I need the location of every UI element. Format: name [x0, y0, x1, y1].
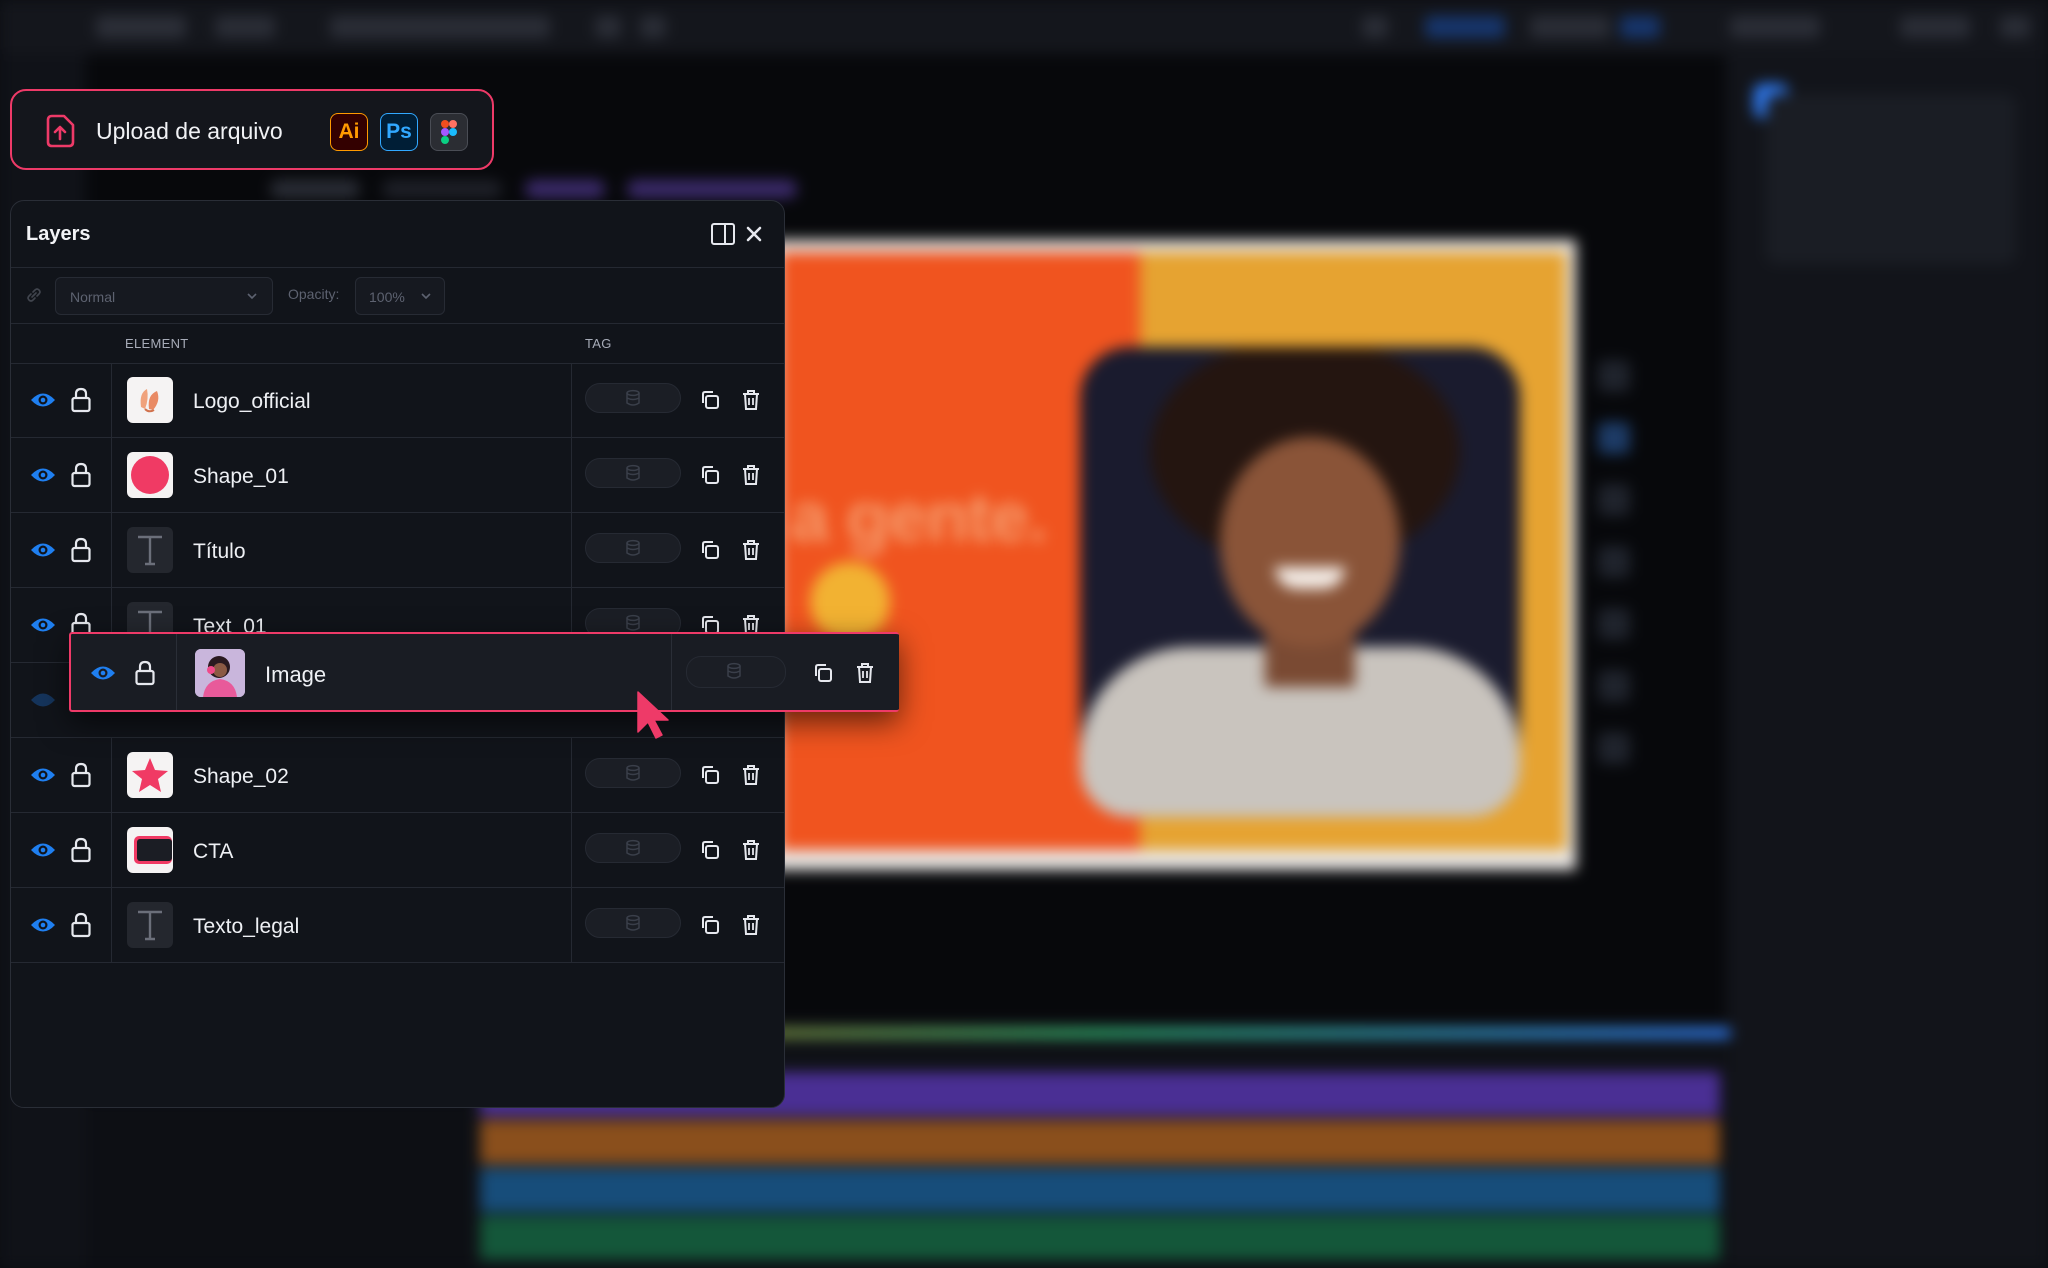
duplicate-icon[interactable] [699, 839, 721, 861]
trash-icon[interactable] [741, 763, 761, 787]
column-headers: ELEMENT TAG [11, 323, 784, 364]
trash-icon[interactable] [741, 913, 761, 937]
panel-title: Layers [26, 223, 91, 245]
photoshop-icon: Ps [380, 113, 418, 151]
duplicate-icon[interactable] [699, 914, 721, 936]
column-tag: TAG [585, 336, 612, 351]
canvas-tools [1598, 360, 1632, 780]
eye-icon[interactable] [89, 662, 117, 684]
layer-row[interactable]: Título [11, 513, 784, 588]
artboard: a gente. [770, 240, 1576, 870]
layer-name: Texto_legal [193, 915, 300, 938]
circle-thumbnail [127, 452, 173, 498]
lock-icon[interactable] [69, 387, 93, 413]
eye-icon [31, 693, 55, 707]
timeline-labels [86, 1100, 470, 1268]
lock-icon[interactable] [69, 912, 93, 938]
duplicate-icon[interactable] [699, 539, 721, 561]
eye-icon[interactable] [29, 764, 57, 786]
lock-icon[interactable] [69, 762, 93, 788]
layer-name: Título [193, 540, 246, 563]
tag-field[interactable] [585, 758, 681, 788]
figma-icon [430, 113, 468, 151]
eye-icon[interactable] [29, 539, 57, 561]
layer-row[interactable]: Logo_official [11, 363, 784, 438]
close-icon[interactable] [739, 219, 769, 249]
database-icon [626, 914, 640, 931]
image-thumbnail [195, 649, 245, 697]
trash-icon[interactable] [855, 661, 875, 685]
duplicate-icon[interactable] [699, 389, 721, 411]
database-icon [626, 614, 640, 631]
eye-icon[interactable] [29, 389, 57, 411]
database-icon [626, 389, 640, 406]
layer-row[interactable]: Shape_02 [11, 738, 784, 813]
headline-text: a gente. [790, 478, 1048, 556]
eye-icon[interactable] [29, 614, 57, 636]
lock-icon[interactable] [69, 837, 93, 863]
eye-icon[interactable] [29, 464, 57, 486]
tag-field[interactable] [585, 833, 681, 863]
layer-name: Shape_01 [193, 465, 289, 488]
upload-file-button[interactable]: Upload de arquivo Ai Ps [10, 89, 494, 170]
properties-panel [1726, 54, 2048, 1268]
lock-icon[interactable] [133, 660, 157, 686]
duplicate-icon[interactable] [699, 764, 721, 786]
layer-name: Shape_02 [193, 765, 289, 788]
eye-icon[interactable] [29, 914, 57, 936]
layer-row[interactable]: Shape_01 [11, 438, 784, 513]
photo [1080, 347, 1520, 817]
upload-label: Upload de arquivo [96, 118, 283, 144]
chevron-down-icon [421, 293, 431, 300]
database-icon [626, 764, 640, 781]
layer-row[interactable]: Texto_legal [11, 888, 784, 963]
trash-icon[interactable] [741, 463, 761, 487]
column-element: ELEMENT [125, 336, 189, 351]
database-icon [626, 839, 640, 856]
layer-name: Image [265, 662, 327, 687]
dock-panel-icon[interactable] [708, 219, 738, 249]
tag-field[interactable] [686, 656, 786, 688]
upload-icon [46, 114, 75, 148]
database-icon [626, 539, 640, 556]
database-icon [727, 662, 741, 679]
lock-icon[interactable] [69, 537, 93, 563]
eye-icon[interactable] [29, 839, 57, 861]
panel-header: Layers [11, 201, 784, 268]
opacity-value: 100% [369, 289, 405, 305]
layer-name: Logo_official [193, 390, 311, 413]
database-icon [626, 464, 640, 481]
trash-icon[interactable] [741, 538, 761, 562]
blend-mode-select[interactable]: Normal [55, 277, 273, 315]
tag-field[interactable] [585, 383, 681, 413]
layer-name: CTA [193, 840, 234, 863]
duplicate-icon[interactable] [812, 662, 834, 684]
opacity-select[interactable]: 100% [355, 277, 445, 315]
tag-field[interactable] [585, 533, 681, 563]
trash-icon[interactable] [741, 388, 761, 412]
chevron-down-icon [247, 293, 257, 300]
tag-field[interactable] [585, 458, 681, 488]
star-thumbnail [127, 752, 173, 798]
text-thumbnail [127, 902, 173, 948]
illustrator-icon: Ai [330, 113, 368, 151]
opacity-label: Opacity: [288, 286, 340, 302]
tag-field[interactable] [585, 908, 681, 938]
lock-icon[interactable] [69, 462, 93, 488]
blend-mode-value: Normal [70, 289, 116, 305]
trash-icon[interactable] [741, 838, 761, 862]
dragged-layer-row[interactable]: Image [69, 632, 899, 712]
text-thumbnail [127, 527, 173, 573]
cta-thumbnail [127, 827, 173, 873]
logo-thumbnail [127, 377, 173, 423]
cursor-icon [637, 691, 669, 739]
top-bar [0, 0, 2048, 54]
layer-row[interactable]: CTA [11, 813, 784, 888]
layer-toolbar: Normal Opacity: 100% [11, 267, 784, 324]
duplicate-icon[interactable] [699, 464, 721, 486]
link-icon[interactable] [25, 286, 43, 304]
